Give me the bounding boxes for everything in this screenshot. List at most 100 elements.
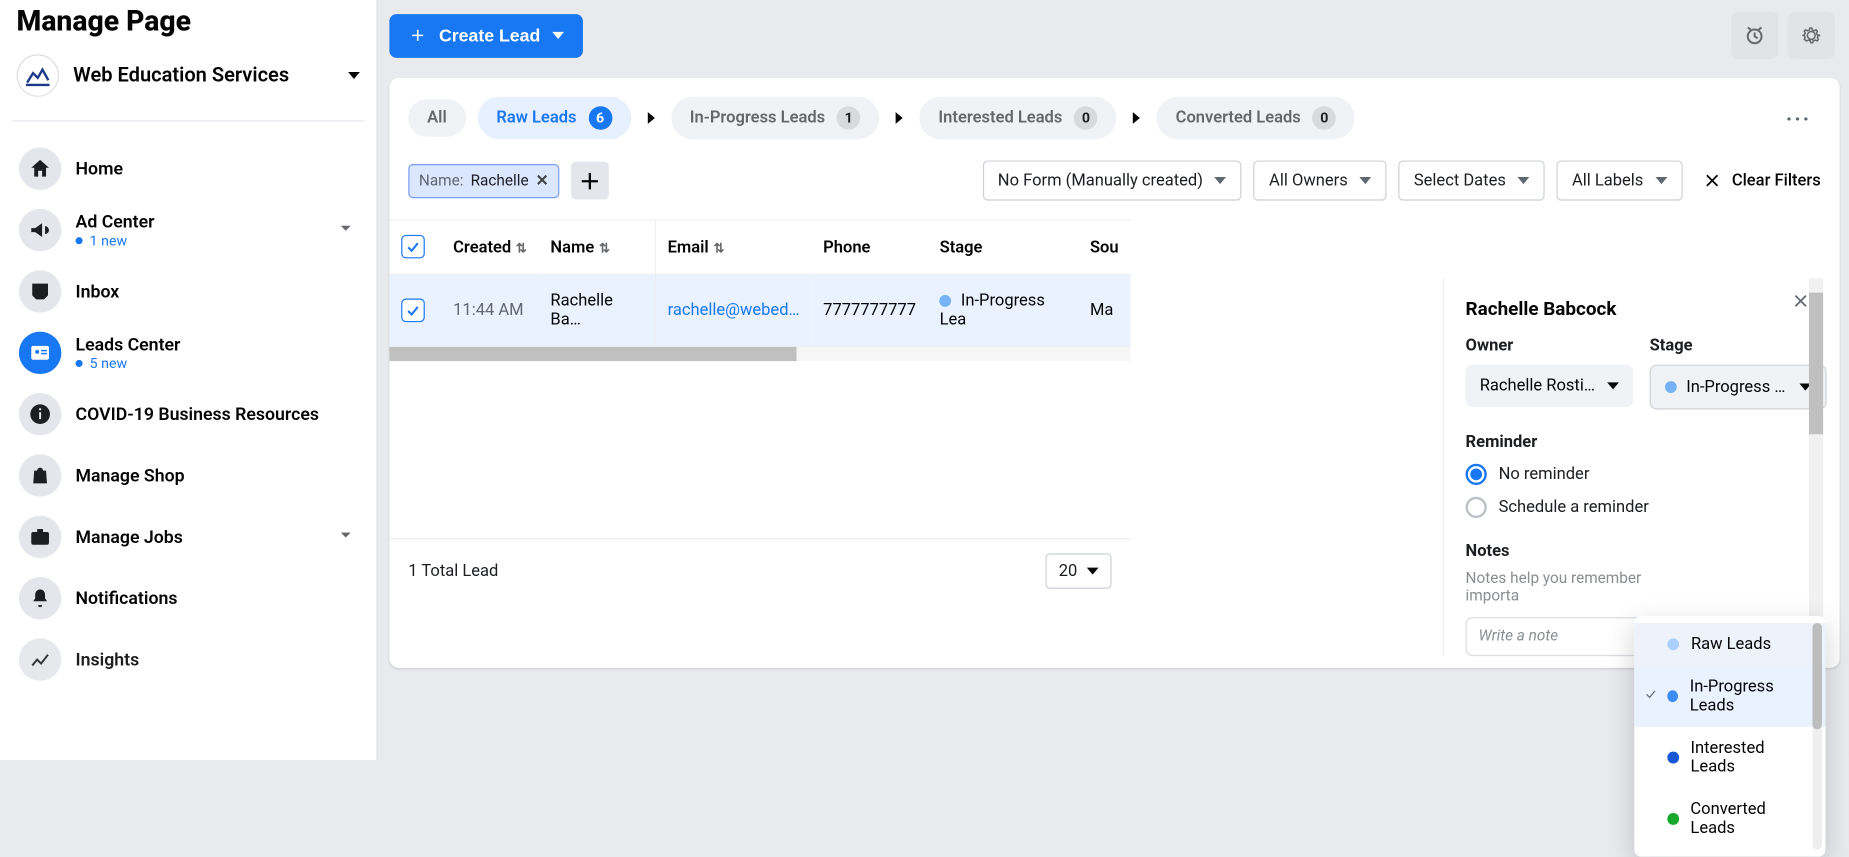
tab-label: Interested Leads (938, 109, 1062, 128)
cell-created: 11:44 AM (441, 274, 538, 346)
dropdown-label: All Labels (1572, 171, 1643, 190)
create-lead-button[interactable]: Create Lead (389, 14, 582, 58)
stage-dropdown-menu: Raw Leads In-Progress Leads Interested L… (1634, 616, 1825, 857)
stage-option-label: Converted Leads (1690, 800, 1809, 838)
sidebar-item-notifications[interactable]: Notifications (12, 568, 365, 629)
table-horizontal-scrollbar[interactable] (389, 347, 1130, 361)
sidebar-item-manage-shop[interactable]: Manage Shop (12, 445, 365, 506)
filter-tag-value: Rachelle (471, 172, 529, 190)
reminder-option-none[interactable]: No reminder (1466, 464, 1655, 485)
topbar: Create Lead (389, 0, 1839, 78)
stage-dropdown[interactable]: In-Progress Lea (1650, 365, 1827, 410)
add-filter-button[interactable]: ＋ (571, 162, 609, 200)
stage-option-converted[interactable]: Converted Leads (1634, 788, 1825, 849)
stage-option-raw[interactable]: Raw Leads (1634, 623, 1825, 665)
sidebar-item-manage-jobs[interactable]: Manage Jobs (12, 506, 365, 567)
gear-icon (1799, 24, 1823, 48)
notes-label: Notes (1466, 542, 1667, 561)
sidebar-item-home[interactable]: Home (12, 138, 365, 199)
chevron-down-icon (334, 216, 358, 244)
col-phone[interactable]: Phone (811, 220, 927, 274)
sidebar-item-label: Manage Shop (76, 465, 358, 486)
row-checkbox[interactable] (401, 298, 425, 322)
stage-dot-icon (1667, 638, 1679, 650)
caret-down-icon (348, 72, 360, 79)
stage-dot-icon (940, 295, 952, 307)
home-icon (19, 148, 61, 190)
sidebar-item-leads-center[interactable]: Leads Center 5 new (12, 322, 365, 383)
page-selector-name: Web Education Services (73, 64, 334, 88)
filter-dates-dropdown[interactable]: Select Dates (1399, 160, 1545, 200)
tab-count: 0 (1313, 106, 1337, 130)
sidebar-item-insights[interactable]: Insights (12, 629, 365, 690)
caret-down-icon (552, 32, 564, 39)
sidebar-item-sub: 1 new (76, 232, 320, 249)
filter-owners-dropdown[interactable]: All Owners (1254, 160, 1387, 200)
reminder-option-schedule[interactable]: Schedule a reminder (1466, 497, 1655, 518)
col-created[interactable]: Created⇅ (441, 220, 538, 274)
page-selector[interactable]: Web Education Services (12, 47, 365, 111)
filter-labels-dropdown[interactable]: All Labels (1557, 160, 1683, 200)
details-vertical-scrollbar[interactable] (1809, 278, 1823, 656)
tab-label: Raw Leads (496, 109, 576, 128)
stage-option-inprogress[interactable]: In-Progress Leads (1634, 666, 1825, 727)
col-source[interactable]: Sou (1078, 220, 1130, 274)
clear-filters-label: Clear Filters (1732, 171, 1821, 190)
arrow-right-icon (1133, 112, 1140, 124)
tabs-more-button[interactable]: ··· (1786, 107, 1821, 129)
owner-value: Rachelle Rostis … (1480, 376, 1598, 395)
tab-inprogress-leads[interactable]: In-Progress Leads 1 (671, 97, 880, 139)
cell-email[interactable]: rachelle@webed… (655, 274, 811, 346)
main-content: Create Lead All Raw Leads 6 (378, 0, 1849, 760)
col-stage[interactable]: Stage (928, 220, 1078, 274)
sidebar-item-covid[interactable]: COVID-19 Business Resources (12, 383, 365, 444)
page-size-dropdown[interactable]: 20 (1046, 553, 1112, 588)
filter-form-dropdown[interactable]: No Form (Manually created) (982, 160, 1241, 200)
left-sidebar: Manage Page Web Education Services Home … (0, 0, 378, 760)
table-row[interactable]: 11:44 AM Rachelle Ba… rachelle@webed… 77… (389, 274, 1130, 346)
tab-count: 6 (588, 106, 612, 130)
clear-filters-button[interactable]: Clear Filters (1701, 170, 1821, 191)
lead-details-panel: Rachelle Babcock Owner Rachelle Rostis …… (1443, 278, 1823, 656)
sidebar-item-label: COVID-19 Business Resources (76, 404, 358, 425)
tab-interested-leads[interactable]: Interested Leads 0 (920, 97, 1117, 139)
sidebar-item-ad-center[interactable]: Ad Center 1 new (12, 199, 365, 260)
reminders-button[interactable] (1731, 12, 1778, 59)
caret-down-icon (1607, 382, 1619, 389)
col-name[interactable]: Name⇅ (539, 220, 656, 274)
stage-dot-icon (1667, 752, 1678, 764)
caret-down-icon (1655, 177, 1667, 184)
col-email[interactable]: Email⇅ (655, 220, 811, 274)
insights-icon (19, 638, 61, 680)
briefcase-icon (19, 516, 61, 558)
filter-tag-name[interactable]: Name: Rachelle ✕ (408, 163, 559, 197)
settings-button[interactable] (1788, 12, 1835, 59)
stage-value: In-Progress Lea (1686, 378, 1790, 397)
info-icon (19, 393, 61, 435)
owner-dropdown[interactable]: Rachelle Rostis … (1466, 365, 1634, 407)
sidebar-item-label: Notifications (76, 588, 358, 609)
owner-label: Owner (1466, 336, 1634, 355)
id-card-icon (19, 332, 61, 374)
cell-stage: In-Progress Lea (928, 274, 1078, 346)
arrow-right-icon (896, 112, 903, 124)
tab-all[interactable]: All (408, 99, 465, 137)
sidebar-item-sub: 5 new (76, 355, 358, 372)
tab-raw-leads[interactable]: Raw Leads 6 (477, 97, 630, 139)
stage-menu-scrollbar[interactable] (1812, 623, 1821, 850)
chevron-down-icon (334, 523, 358, 551)
sidebar-item-inbox[interactable]: Inbox (12, 261, 365, 322)
sidebar-item-label: Inbox (76, 281, 358, 302)
caret-down-icon (1215, 177, 1227, 184)
x-icon (1701, 170, 1722, 191)
filter-tag-remove[interactable]: ✕ (536, 172, 549, 190)
select-all-checkbox[interactable] (401, 235, 425, 259)
tab-count: 1 (837, 106, 861, 130)
stage-option-interested[interactable]: Interested Leads (1634, 727, 1825, 788)
stage-dot-icon (1665, 381, 1677, 393)
filters-row: Name: Rachelle ✕ ＋ No Form (Manually cre… (389, 139, 1839, 200)
arrow-right-icon (647, 112, 654, 124)
total-leads-label: 1 Total Lead (408, 562, 498, 581)
sidebar-item-label: Insights (76, 649, 358, 670)
tab-converted-leads[interactable]: Converted Leads 0 (1157, 97, 1355, 139)
